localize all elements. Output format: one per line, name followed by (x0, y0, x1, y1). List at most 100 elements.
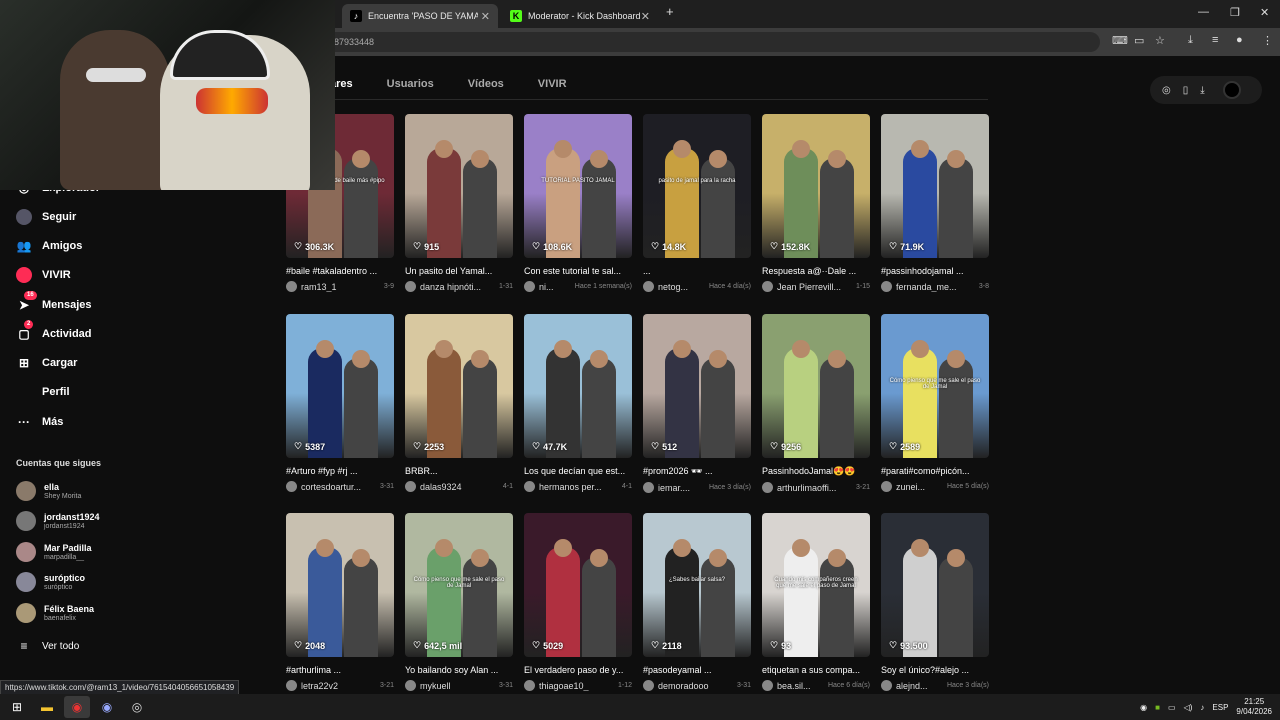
video-author[interactable]: alejnd... (896, 681, 928, 691)
sidebar-item-activity[interactable]: ▢ 2 Actividad (16, 320, 92, 342)
profile-avatar-icon[interactable]: ● (1236, 34, 1243, 46)
avatar[interactable] (1222, 81, 1241, 99)
following-account[interactable]: ella Shey Morita (16, 481, 81, 501)
chrome-icon[interactable]: ◉ (64, 696, 90, 718)
video-card[interactable]: ♡ 93.500 Soy el único?#alejo ... alejnd... H… (881, 513, 989, 691)
video-card[interactable]: ♡ 9256 PassinhodoJamal😍😍 arthurlimaoffi... 3… (762, 314, 870, 493)
video-card[interactable]: ♡ 5029 El verdadero paso de y... thiagoae10… (524, 513, 632, 691)
video-author[interactable]: ram13_1 (301, 282, 337, 292)
video-caption[interactable]: #parati#como#picón... (881, 466, 989, 476)
video-thumbnail[interactable]: ♡ 512 (643, 314, 751, 458)
video-thumbnail[interactable]: Cuando mis compañeros creen que me sale … (762, 513, 870, 657)
sidebar-item-following[interactable]: Seguir (16, 209, 76, 225)
video-caption[interactable]: #baile #takaladentro ... (286, 266, 394, 276)
video-caption[interactable]: #prom2026 🕶 ... (643, 466, 751, 477)
video-author[interactable]: arthurlimaoffi... (777, 483, 836, 493)
video-card[interactable]: ♡ 47.7K Los que decían que est... hermanos … (524, 314, 632, 492)
avatar[interactable] (762, 680, 773, 691)
sidebar-item-friends[interactable]: 👥 Amigos (16, 238, 83, 254)
tab-tiktok-search[interactable]: ♪ Encuentra 'PASO DE YAMAL' en ✕ (342, 4, 498, 28)
following-account[interactable]: Mar Padilla marpadilla__ (16, 542, 92, 562)
url-field[interactable]: 87933448 (300, 32, 1100, 52)
nvidia-icon[interactable]: ■ (1155, 703, 1160, 712)
avatar[interactable] (524, 281, 535, 292)
sidebar-item-more[interactable]: ··· Más (16, 414, 63, 430)
video-card[interactable]: Cómo pienso que me sale el paso de Jamal… (405, 513, 513, 691)
file-explorer-icon[interactable]: ▬ (34, 696, 60, 718)
video-card[interactable]: Cómo pienso que me sale el paso de Jamal… (881, 314, 989, 492)
avatar[interactable] (762, 281, 773, 292)
sidebar-item-messages[interactable]: ➤ 16 Mensajes (16, 291, 92, 313)
avatar[interactable] (286, 281, 297, 292)
video-thumbnail[interactable]: ¿Sabes bailar salsa? ♡ 2118 (643, 513, 751, 657)
tab-live[interactable]: VIVIR (538, 78, 567, 90)
tab-users[interactable]: Usuarios (387, 78, 434, 90)
video-caption[interactable]: Yo bailando soy Alan ... (405, 665, 513, 675)
network-icon[interactable]: ▭ (1168, 703, 1176, 712)
video-author[interactable]: netog... (658, 282, 688, 292)
video-author[interactable]: mykuell (420, 681, 451, 691)
video-card[interactable]: Cuando mis compañeros creen que me sale … (762, 513, 870, 691)
video-caption[interactable]: Con este tutorial te sal... (524, 266, 632, 276)
video-author[interactable]: bea.sil... (777, 681, 811, 691)
compass-icon[interactable]: ◎ (1162, 85, 1171, 96)
video-thumbnail[interactable]: ♡ 9256 (762, 314, 870, 458)
avatar[interactable] (881, 281, 892, 292)
video-author[interactable]: hermanos per... (539, 482, 602, 492)
tab-kick-dashboard[interactable]: K Moderator - Kick Dashboard ✕ (502, 4, 658, 28)
video-author[interactable]: danza hipnóti... (420, 282, 481, 292)
avatar[interactable] (524, 481, 535, 492)
cast-icon[interactable]: ▭ (1134, 34, 1144, 47)
video-thumbnail[interactable]: Cómo pienso que me sale el paso de Jamal… (405, 513, 513, 657)
avatar[interactable] (286, 481, 297, 492)
video-card[interactable]: ¿Sabes bailar salsa? ♡ 2118 #pasodeyamal ..… (643, 513, 751, 691)
video-card[interactable]: ♡ 152.8K Respuesta a@··Dale ... Jean Pierre… (762, 114, 870, 292)
sidebar-item-live[interactable]: VIVIR (16, 267, 71, 283)
following-account[interactable]: Félix Baena baenafelix (16, 603, 94, 623)
video-caption[interactable]: #pasodeyamal ... (643, 665, 751, 675)
video-thumbnail[interactable]: ♡ 5387 (286, 314, 394, 458)
close-window-icon[interactable]: ✕ (1260, 6, 1269, 19)
avatar[interactable] (405, 281, 416, 292)
video-caption[interactable]: #arthurlima ... (286, 665, 394, 675)
video-author[interactable]: zunei... (896, 482, 925, 492)
app-icon[interactable]: ◉ (94, 696, 120, 718)
close-tab-icon[interactable]: ✕ (641, 10, 650, 23)
device-icon[interactable]: ▯ (1183, 85, 1189, 96)
kebab-menu-icon[interactable]: ⋮ (1262, 34, 1273, 47)
video-thumbnail[interactable]: ♡ 2253 (405, 314, 513, 458)
speaker-icon[interactable]: ◁) (1184, 703, 1193, 712)
video-caption[interactable]: ... (643, 266, 751, 276)
video-card[interactable]: TUTORIAL PASITO JAMAL ♡ 108.6K Con este tut… (524, 114, 632, 292)
video-caption[interactable]: Un pasito del Yamal... (405, 266, 513, 276)
video-thumbnail[interactable]: ♡ 47.7K (524, 314, 632, 458)
video-thumbnail[interactable]: ♡ 2048 (286, 513, 394, 657)
video-thumbnail[interactable]: ♡ 5029 (524, 513, 632, 657)
bookmark-star-icon[interactable]: ☆ (1155, 34, 1165, 47)
download-icon[interactable]: ⤓ (1188, 34, 1193, 47)
video-card[interactable]: ♡ 2048 #arthurlima ... letra22v2 3-21 (286, 513, 394, 691)
video-author[interactable]: demoradooo (658, 681, 709, 691)
sidebar-item-profile[interactable]: Perfil (16, 384, 70, 400)
language-indicator[interactable]: ESP (1212, 703, 1228, 712)
video-thumbnail[interactable]: Cómo pienso que me sale el paso de Jamal… (881, 314, 989, 458)
translate-icon[interactable]: ⌨ (1112, 34, 1128, 47)
video-caption[interactable]: BRBR... (405, 466, 513, 476)
video-author[interactable]: cortesdoartur... (301, 482, 361, 492)
video-author[interactable]: dalas9324 (420, 482, 462, 492)
video-caption[interactable]: Los que decían que est... (524, 466, 632, 476)
video-card[interactable]: ♡ 5387 #Arturo #fyp #rj ... cortesdoartur..… (286, 314, 394, 492)
video-card[interactable]: pasito de jamal para la racha ♡ 14.8K... ne… (643, 114, 751, 292)
avatar[interactable] (286, 680, 297, 691)
avatar[interactable] (405, 680, 416, 691)
reading-list-icon[interactable]: ≡ (1212, 34, 1218, 46)
following-account[interactable]: jordanst1924 jordanst1924 (16, 511, 100, 531)
avatar[interactable] (881, 680, 892, 691)
video-card[interactable]: ♡ 512 #prom2026 🕶 ... iemar.... Hace 3 día(s… (643, 314, 751, 493)
video-thumbnail[interactable]: pasito de jamal para la racha ♡ 14.8K (643, 114, 751, 258)
close-tab-icon[interactable]: ✕ (481, 10, 490, 23)
video-card[interactable]: ♡ 915 Un pasito del Yamal... danza hipnóti.… (405, 114, 513, 292)
sidebar-item-upload[interactable]: ⊞ Cargar (16, 355, 78, 371)
clock[interactable]: 21:25 9/04/2026 (1236, 697, 1272, 717)
obs-icon[interactable]: ◎ (124, 696, 150, 718)
